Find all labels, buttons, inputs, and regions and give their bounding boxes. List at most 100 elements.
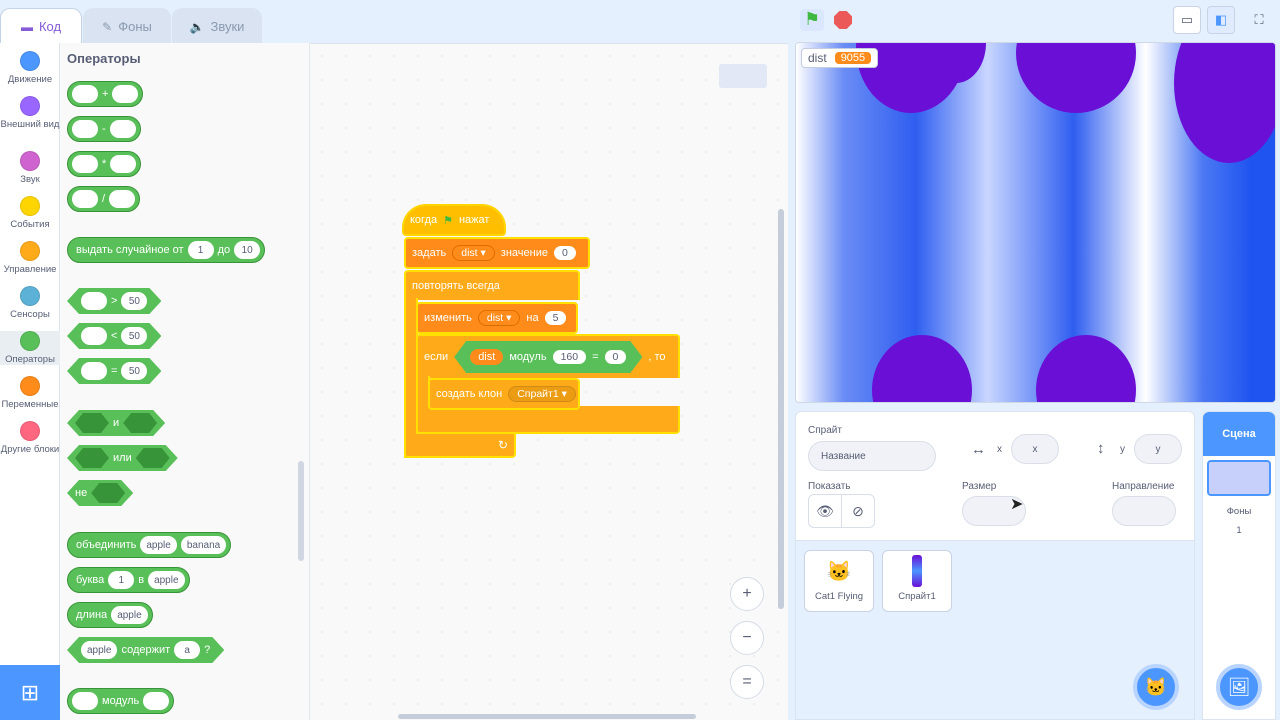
sprite-name-field[interactable]: Название bbox=[808, 441, 936, 471]
choose-sprite-button[interactable]: 🐱 bbox=[1133, 664, 1179, 710]
add-block[interactable]: + bbox=[67, 81, 144, 107]
large-stage-icon: ◧ bbox=[1214, 12, 1228, 27]
equals-block[interactable]: = 50 bbox=[67, 358, 161, 384]
category-motion[interactable]: Движение bbox=[0, 51, 60, 85]
small-stage-icon: ▭ bbox=[1180, 12, 1194, 27]
palette-scrollbar[interactable] bbox=[298, 461, 304, 561]
length-block[interactable]: длина apple bbox=[67, 602, 153, 628]
length-string-field[interactable]: apple bbox=[111, 606, 148, 624]
category-events[interactable]: События bbox=[0, 196, 60, 230]
random-block[interactable]: выдать случайное от 1 до 10 bbox=[67, 237, 266, 263]
forever-block[interactable]: повторять всегда bbox=[404, 270, 580, 300]
category-dot-icon bbox=[20, 196, 40, 216]
zoom-in-button[interactable]: + bbox=[730, 577, 764, 611]
letter-index-field[interactable]: 1 bbox=[108, 571, 135, 589]
block-text: выдать случайное от bbox=[76, 244, 184, 256]
script-vertical-scrollbar[interactable] bbox=[778, 209, 784, 609]
block-text: модуль bbox=[509, 351, 547, 363]
compare-value[interactable]: 50 bbox=[121, 292, 147, 310]
zoom-out-button[interactable]: − bbox=[730, 621, 764, 655]
variable-monitor[interactable]: dist 9055 bbox=[801, 48, 879, 68]
tab-code[interactable]: ▬ Код bbox=[0, 8, 82, 44]
mod-block[interactable]: модуль bbox=[67, 688, 175, 714]
clone-target-dropdown[interactable]: Спрайт1 ▾ bbox=[508, 386, 576, 402]
join-b-field[interactable]: banana bbox=[180, 536, 227, 554]
category-operators[interactable]: Операторы bbox=[0, 331, 60, 365]
category-dot-icon bbox=[20, 421, 40, 441]
category-looks[interactable]: Внешний вид bbox=[0, 96, 60, 130]
category-my-blocks[interactable]: Другие блоки bbox=[0, 421, 60, 455]
dist-reporter[interactable]: dist bbox=[470, 349, 503, 365]
when-flag-clicked-block[interactable]: когда ⚑ нажат bbox=[402, 204, 506, 236]
choose-backdrop-button[interactable]: 🖼 bbox=[1216, 664, 1262, 710]
mod-value-field[interactable]: 160 bbox=[553, 350, 587, 364]
variable-dropdown[interactable]: dist ▾ bbox=[477, 310, 521, 326]
compare-value[interactable]: 50 bbox=[121, 362, 147, 380]
set-value-field[interactable]: 0 bbox=[553, 246, 576, 260]
divide-block[interactable]: / bbox=[67, 186, 141, 212]
compare-value-field[interactable]: 0 bbox=[605, 350, 627, 364]
sprite-tile-sprite1[interactable]: Спрайт1 bbox=[882, 550, 952, 612]
y-field[interactable]: y bbox=[1134, 434, 1182, 464]
block-text: значение bbox=[500, 247, 548, 259]
not-block[interactable]: не bbox=[67, 480, 133, 506]
show-sprite-button[interactable]: 👁 bbox=[808, 494, 842, 528]
contains-string-field[interactable]: apple bbox=[81, 641, 117, 659]
category-sensing[interactable]: Сенсоры bbox=[0, 286, 60, 320]
category-control[interactable]: Управление bbox=[0, 241, 60, 275]
greater-than-block[interactable]: >50 bbox=[67, 288, 161, 314]
letter-of-block[interactable]: буква 1 в apple bbox=[67, 567, 190, 593]
direction-field[interactable] bbox=[1112, 496, 1176, 526]
contains-block[interactable]: apple содержит a ? bbox=[67, 637, 224, 663]
less-than-block[interactable]: <50 bbox=[67, 323, 161, 349]
multiply-block[interactable]: * bbox=[67, 151, 142, 177]
x-field[interactable]: x bbox=[1011, 434, 1059, 464]
if-then-block[interactable]: если dist модуль 160 = 0 , то bbox=[416, 334, 680, 378]
change-variable-block[interactable]: изменить dist ▾ на 5 bbox=[416, 302, 578, 334]
stage-canvas[interactable]: dist 9055 bbox=[795, 42, 1276, 403]
random-from-field[interactable]: 1 bbox=[187, 241, 214, 259]
cat-plus-icon: 🐱 bbox=[1144, 676, 1168, 697]
small-stage-button[interactable]: ▭ bbox=[1173, 6, 1201, 34]
green-flag-button[interactable]: ⚑ bbox=[800, 9, 824, 31]
change-value-field[interactable]: 5 bbox=[544, 311, 567, 325]
stage-thumbnail bbox=[1207, 460, 1271, 496]
block-text: изменить bbox=[424, 312, 472, 324]
stop-button[interactable] bbox=[834, 11, 852, 29]
and-block[interactable]: и bbox=[67, 410, 165, 436]
random-to-field[interactable]: 10 bbox=[234, 241, 261, 259]
block-text: объединить bbox=[76, 539, 137, 551]
join-block[interactable]: объединить apple banana bbox=[67, 532, 232, 558]
script-area[interactable]: когда ⚑ нажат задать dist ▾ значение 0 п… bbox=[310, 43, 788, 720]
op-symbol: < bbox=[111, 330, 118, 342]
category-label: Движение bbox=[7, 74, 53, 85]
join-a-field[interactable]: apple bbox=[140, 536, 177, 554]
category-variables[interactable]: Переменные bbox=[0, 376, 60, 410]
sprite-tile-cat[interactable]: 🐱 Cat1 Flying bbox=[804, 550, 874, 612]
script-horizontal-scrollbar[interactable] bbox=[398, 714, 696, 719]
hide-sprite-button[interactable]: ⊘ bbox=[841, 494, 875, 528]
compare-value[interactable]: 50 bbox=[121, 327, 147, 345]
block-text: , то bbox=[648, 351, 666, 363]
forever-footer: ↻ bbox=[404, 434, 516, 458]
variable-dropdown[interactable]: dist ▾ bbox=[452, 245, 495, 261]
subtract-block[interactable]: - bbox=[67, 116, 141, 142]
set-variable-block[interactable]: задать dist ▾ значение 0 bbox=[404, 237, 590, 269]
contains-char-field[interactable]: a bbox=[174, 641, 200, 659]
tab-sounds[interactable]: 🔈 Звуки bbox=[172, 8, 262, 44]
zoom-in-icon: + bbox=[742, 585, 752, 602]
letter-string-field[interactable]: apple bbox=[148, 571, 185, 589]
or-block[interactable]: или bbox=[67, 445, 178, 471]
fullscreen-button[interactable]: ⛶ bbox=[1245, 6, 1273, 34]
zoom-reset-button[interactable]: = bbox=[730, 665, 764, 699]
block-text: до bbox=[217, 244, 231, 256]
create-clone-block[interactable]: создать клон Спрайт1 ▾ bbox=[428, 378, 580, 410]
large-stage-button[interactable]: ◧ bbox=[1207, 6, 1235, 34]
mouse-cursor-icon: ➤ bbox=[1010, 496, 1024, 513]
category-sound[interactable]: Звук bbox=[0, 151, 60, 185]
image-plus-icon: 🖼 bbox=[1227, 676, 1251, 697]
category-label: Переменные bbox=[1, 399, 59, 410]
equals-condition[interactable]: dist модуль 160 = 0 bbox=[454, 341, 642, 373]
tab-backdrops[interactable]: ✎ Фоны bbox=[83, 8, 171, 44]
add-extension-button[interactable]: ⊞ bbox=[0, 665, 60, 720]
